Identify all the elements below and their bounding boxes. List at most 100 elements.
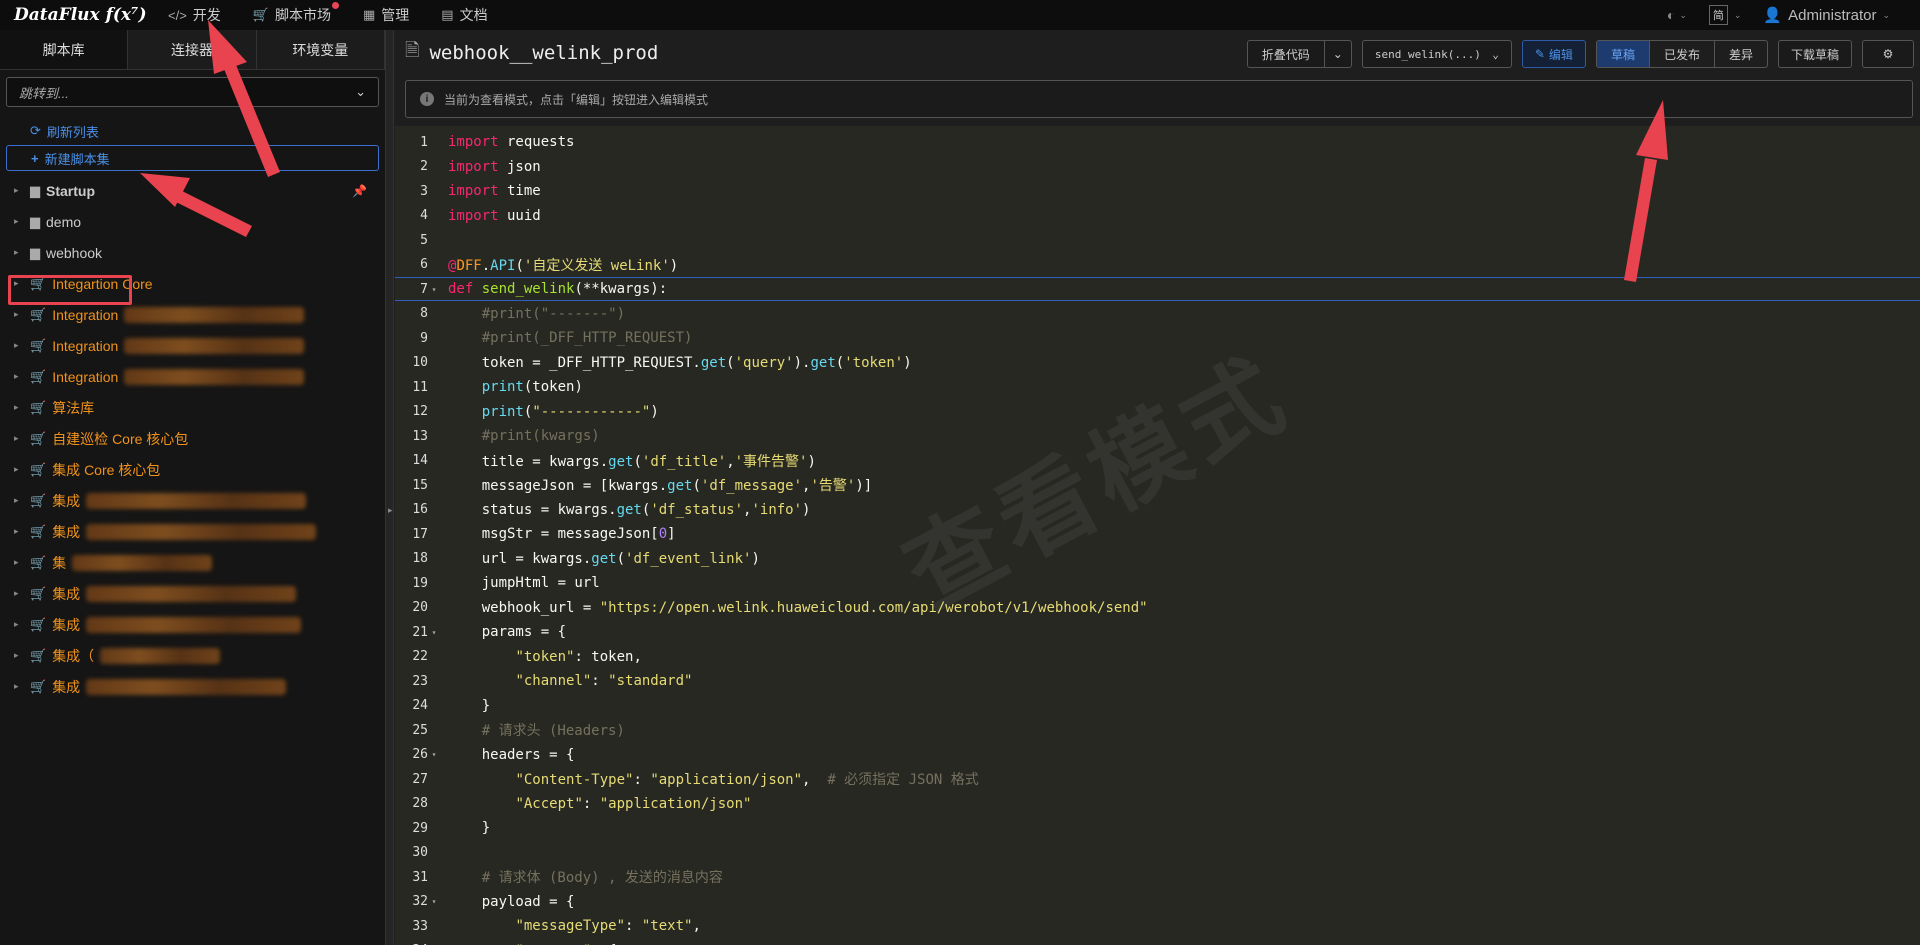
caret-right-icon[interactable]: ▸ bbox=[14, 371, 24, 382]
code-line[interactable]: 6 @DFF.API('自定义发送 weLink') bbox=[395, 253, 1920, 277]
tab-connectors[interactable]: 连接器 bbox=[128, 30, 257, 69]
caret-right-icon[interactable]: ▸ bbox=[14, 526, 24, 537]
code-line[interactable]: 21 ▾ params = { bbox=[395, 620, 1920, 644]
tab-published[interactable]: 已发布 bbox=[1650, 41, 1715, 67]
tree-item[interactable]: ▸ 🛒 集成 bbox=[0, 671, 385, 702]
nav-item-manage[interactable]: ▦ 管理 bbox=[347, 0, 425, 30]
code-line[interactable]: 17 msgStr = messageJson[0] bbox=[395, 522, 1920, 546]
new-script-set-button[interactable]: + 新建脚本集 bbox=[6, 145, 379, 171]
code-line[interactable]: 15 messageJson = [kwargs.get('df_message… bbox=[395, 473, 1920, 497]
caret-right-icon[interactable]: ▸ bbox=[14, 402, 24, 413]
app-logo[interactable]: DataFlux f(x⁷) bbox=[0, 5, 152, 25]
download-draft-button[interactable]: 下载草稿 bbox=[1777, 40, 1852, 68]
language-select[interactable]: 简 ⌄ bbox=[1708, 5, 1741, 25]
tree-item[interactable]: ▸ 🛒 Integration bbox=[0, 330, 385, 361]
tree-item[interactable]: ▸ 🛒 集成 bbox=[0, 485, 385, 516]
tree-item[interactable]: ▸ 🛒 集成 bbox=[0, 516, 385, 547]
code-line[interactable]: 8 #print("-------") bbox=[395, 302, 1920, 326]
code-line[interactable]: 10 token = _DFF_HTTP_REQUEST.get('query'… bbox=[395, 351, 1920, 375]
code-text: #print(_DFF_HTTP_REQUEST) bbox=[481, 330, 693, 346]
code-line[interactable]: 11 print(token) bbox=[395, 375, 1920, 399]
code-line[interactable]: 23 "channel": "standard" bbox=[395, 669, 1920, 693]
code-line[interactable]: 5 bbox=[395, 228, 1920, 252]
chevron-down-icon[interactable]: ⌄ bbox=[1323, 41, 1351, 67]
caret-right-icon[interactable]: ▸ bbox=[14, 216, 24, 227]
code-line[interactable]: 19 jumpHtml = url bbox=[395, 571, 1920, 595]
fold-marker-icon[interactable]: ▾ bbox=[428, 285, 440, 294]
code-line[interactable]: 25 # 请求头 (Headers) bbox=[395, 718, 1920, 742]
code-line[interactable]: 29 } bbox=[395, 816, 1920, 840]
code-line[interactable]: 32 ▾ payload = { bbox=[395, 890, 1920, 914]
code-line[interactable]: 2 import json bbox=[395, 155, 1920, 179]
code-line[interactable]: 18 url = kwargs.get('df_event_link') bbox=[395, 547, 1920, 571]
code-line[interactable]: 16 status = kwargs.get('df_status','info… bbox=[395, 498, 1920, 522]
tree-item[interactable]: ▸ 🛒 集成 bbox=[0, 609, 385, 640]
tab-draft[interactable]: 草稿 bbox=[1596, 41, 1650, 67]
tree-item[interactable]: ▸ 🛒 Integration bbox=[0, 361, 385, 392]
code-line[interactable]: 12 print("------------") bbox=[395, 400, 1920, 424]
user-menu[interactable]: 👤 Administrator ⌄ bbox=[1763, 6, 1890, 25]
code-line[interactable]: 24 } bbox=[395, 694, 1920, 718]
theme-toggle[interactable]: ◐ ⌄ bbox=[1667, 7, 1687, 23]
code-line[interactable]: 31 # 请求体 (Body) , 发送的消息内容 bbox=[395, 865, 1920, 889]
tree-item[interactable]: ▸ 🛒 算法库 bbox=[0, 392, 385, 423]
caret-right-icon[interactable]: ▸ bbox=[388, 505, 393, 516]
code-line[interactable]: 33 "messageType": "text", bbox=[395, 914, 1920, 938]
code-line[interactable]: 13 #print(kwargs) bbox=[395, 424, 1920, 448]
caret-right-icon[interactable]: ▸ bbox=[14, 464, 24, 475]
caret-right-icon[interactable]: ▸ bbox=[14, 309, 24, 320]
fold-marker-icon[interactable]: ▾ bbox=[428, 750, 440, 759]
code-line[interactable]: 1 import requests bbox=[395, 130, 1920, 154]
panel-splitter[interactable] bbox=[386, 30, 394, 945]
caret-right-icon[interactable]: ▸ bbox=[14, 681, 24, 692]
caret-right-icon[interactable]: ▸ bbox=[14, 433, 24, 444]
tab-env-vars[interactable]: 环境变量 bbox=[256, 30, 385, 69]
caret-right-icon[interactable]: ▸ bbox=[14, 185, 24, 196]
jump-to-select[interactable]: 跳转到... ⌄ bbox=[6, 77, 379, 107]
notification-badge bbox=[331, 2, 339, 9]
caret-right-icon[interactable]: ▸ bbox=[14, 619, 24, 630]
tree-item[interactable]: ▸ 🛒 集成 Core 核心包 bbox=[0, 454, 385, 485]
file-code-icon: 🗎 bbox=[405, 40, 420, 60]
code-line[interactable]: 34▾ "content": { bbox=[395, 939, 1920, 945]
code-line[interactable]: 22 "token": token, bbox=[395, 645, 1920, 669]
fold-marker-icon[interactable]: ▾ bbox=[428, 628, 440, 637]
code-line[interactable]: 20 webhook_url = "https://open.welink.hu… bbox=[395, 596, 1920, 620]
caret-right-icon[interactable]: ▸ bbox=[14, 340, 24, 351]
tab-script-lib[interactable]: 脚本库 bbox=[0, 30, 129, 69]
tree-item[interactable]: ▸ 🛒 集成 bbox=[0, 578, 385, 609]
tree-item[interactable]: ▸ ▆ demo bbox=[0, 206, 385, 237]
nav-item-market[interactable]: 🛒 脚本市场 bbox=[237, 0, 347, 30]
refresh-list-link[interactable]: ⟳ 刷新列表 bbox=[30, 121, 385, 141]
nav-item-docs[interactable]: ▤ 文档 bbox=[425, 0, 503, 30]
tab-diff[interactable]: 差异 bbox=[1715, 41, 1767, 67]
code-line[interactable]: 9 #print(_DFF_HTTP_REQUEST) bbox=[395, 326, 1920, 350]
tree-item[interactable]: ▸ 🛒 集成（ bbox=[0, 640, 385, 671]
caret-right-icon[interactable]: ▸ bbox=[14, 495, 24, 506]
code-editor[interactable]: 查看模式 1 import requests 2 import json 3 import… bbox=[395, 126, 1920, 945]
code-line[interactable]: 27 "Content-Type": "application/json", #… bbox=[395, 767, 1920, 791]
tree-item[interactable]: ▸ 🛒 自建巡检 Core 核心包 bbox=[0, 423, 385, 454]
code-line[interactable]: 26 ▾ headers = { bbox=[395, 743, 1920, 767]
pin-icon[interactable]: 📌 bbox=[352, 184, 367, 198]
code-line[interactable]: 7 ▾ def send_welink(**kwargs): bbox=[395, 277, 1920, 301]
settings-button[interactable]: ⚙ bbox=[1862, 40, 1914, 68]
caret-right-icon[interactable]: ▸ bbox=[14, 247, 24, 258]
code-line[interactable]: 30 bbox=[395, 841, 1920, 865]
caret-right-icon[interactable]: ▸ bbox=[14, 557, 24, 568]
caret-right-icon[interactable]: ▸ bbox=[14, 588, 24, 599]
code-line[interactable]: 3 import time bbox=[395, 179, 1920, 203]
nav-item-dev[interactable]: </> 开发 bbox=[152, 0, 237, 30]
tree-item[interactable]: ▸ ▆ Startup 📌 bbox=[0, 175, 385, 206]
fold-marker-icon[interactable]: ▾ bbox=[428, 897, 440, 906]
edit-button[interactable]: ✎ 编辑 bbox=[1521, 40, 1586, 68]
caret-right-icon[interactable]: ▸ bbox=[14, 650, 24, 661]
tree-item[interactable]: ▸ ▆ webhook bbox=[0, 237, 385, 268]
function-select[interactable]: send_welink(...) ⌄ bbox=[1361, 40, 1512, 68]
code-line[interactable]: 4 import uuid bbox=[395, 204, 1920, 228]
code-line[interactable]: 14 title = kwargs.get('df_title','事件告警') bbox=[395, 449, 1920, 473]
code-line[interactable]: 28 "Accept": "application/json" bbox=[395, 792, 1920, 816]
fold-code-button[interactable]: 折叠代码 ⌄ bbox=[1246, 40, 1352, 68]
line-number: 21 bbox=[412, 624, 428, 640]
tree-item[interactable]: ▸ 🛒 集 bbox=[0, 547, 385, 578]
